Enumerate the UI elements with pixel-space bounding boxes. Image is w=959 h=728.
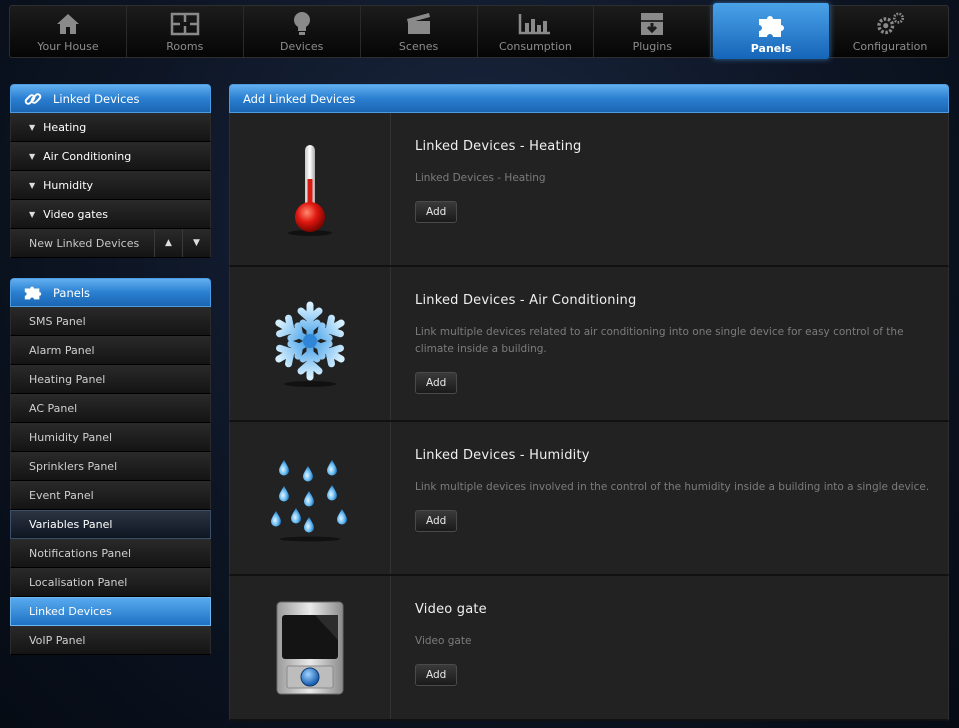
panel-item-alarm[interactable]: Alarm Panel	[10, 336, 211, 365]
card-description: Link multiple devices related to air con…	[415, 326, 904, 355]
puzzle-icon	[754, 12, 788, 40]
snowflake-icon	[230, 267, 391, 420]
linked-devices-header: Linked Devices	[10, 84, 211, 113]
add-heating-button[interactable]: Add	[415, 201, 458, 223]
panel-item-humidity[interactable]: Humidity Panel	[10, 423, 211, 452]
panel-item-localisation[interactable]: Localisation Panel	[10, 568, 211, 597]
linked-item-video-gates[interactable]: ▼ Video gates	[10, 200, 211, 229]
card-video-gate: Video gate Video gate Add	[229, 576, 949, 721]
linked-devices-title: Linked Devices	[53, 91, 140, 106]
nav-devices[interactable]: Devices	[244, 6, 361, 57]
linked-item-label: Video gates	[43, 207, 109, 221]
chevron-down-icon: ▼	[29, 209, 36, 219]
linked-item-label: Air Conditioning	[43, 149, 132, 163]
new-linked-devices-button[interactable]: New Linked Devices	[29, 237, 139, 250]
panels-header: Panels	[10, 278, 211, 307]
nav-label: Configuration	[852, 40, 928, 53]
card-air-conditioning: Linked Devices - Air Conditioning Link m…	[229, 267, 949, 422]
move-down-button[interactable]: ▼	[182, 229, 210, 257]
panel-item-voip[interactable]: VoIP Panel	[10, 626, 211, 655]
chart-icon	[518, 10, 552, 38]
chevron-down-icon: ▼	[29, 122, 36, 132]
add-video-gate-button[interactable]: Add	[415, 664, 458, 686]
panels-title: Panels	[53, 285, 91, 300]
linked-item-air-conditioning[interactable]: ▼ Air Conditioning	[10, 142, 211, 171]
add-air-conditioning-button[interactable]: Add	[415, 372, 458, 394]
panel-item-ac[interactable]: AC Panel	[10, 394, 211, 423]
triangle-up-icon: ▲	[165, 238, 172, 248]
linked-item-label: Heating	[43, 120, 87, 134]
new-linked-devices-row: New Linked Devices ▲ ▼	[10, 229, 211, 258]
rooms-icon	[168, 10, 202, 38]
puzzle-icon	[23, 284, 43, 302]
panel-item-event[interactable]: Event Panel	[10, 481, 211, 510]
card-heating: Linked Devices - Heating Linked Devices …	[229, 113, 949, 267]
panel-item-sms[interactable]: SMS Panel	[10, 307, 211, 336]
card-title: Linked Devices - Heating	[415, 139, 582, 154]
nav-scenes[interactable]: Scenes	[361, 6, 478, 57]
chevron-down-icon: ▼	[29, 180, 36, 190]
card-title: Linked Devices - Air Conditioning	[415, 293, 637, 308]
card-humidity: Linked Devices - Humidity Link multiple …	[229, 422, 949, 576]
nav-label: Rooms	[166, 40, 204, 53]
gears-icon	[873, 10, 907, 38]
nav-label: Plugins	[632, 40, 673, 53]
water-drops-icon	[230, 422, 391, 574]
panel-item-notifications[interactable]: Notifications Panel	[10, 539, 211, 568]
add-linked-devices-panel: Add Linked Devices Linked Devices - Heat…	[229, 84, 949, 721]
house-icon	[51, 10, 85, 38]
nav-plugins[interactable]: Plugins	[594, 6, 712, 57]
nav-panels[interactable]: Panels	[713, 3, 831, 59]
card-title: Video gate	[415, 602, 487, 617]
nav-label: Scenes	[398, 40, 439, 53]
intercom-icon	[230, 576, 391, 719]
move-up-button[interactable]: ▲	[154, 229, 182, 257]
card-description: Linked Devices - Heating	[415, 172, 546, 184]
panels-menu: Panels SMS Panel Alarm Panel Heating Pan…	[10, 278, 211, 655]
link-icon	[23, 90, 43, 108]
bulb-icon	[285, 10, 319, 38]
triangle-down-icon: ▼	[193, 238, 200, 248]
card-title: Linked Devices - Humidity	[415, 448, 590, 463]
panel-item-sprinklers[interactable]: Sprinklers Panel	[10, 452, 211, 481]
nav-label: Devices	[280, 40, 324, 53]
top-navigation: Your House Rooms Devices Scenes Consumpt…	[9, 3, 949, 59]
card-description: Link multiple devices involved in the co…	[415, 481, 930, 493]
add-humidity-button[interactable]: Add	[415, 510, 458, 532]
panel-item-linked-devices[interactable]: Linked Devices	[10, 597, 211, 626]
clapper-icon	[402, 10, 436, 38]
linked-item-label: Humidity	[43, 178, 94, 192]
main-header: Add Linked Devices	[229, 84, 949, 113]
panel-item-heating[interactable]: Heating Panel	[10, 365, 211, 394]
thermometer-icon	[230, 113, 391, 265]
card-description: Video gate	[415, 635, 472, 647]
panel-item-variables[interactable]: Variables Panel	[10, 510, 211, 539]
nav-label: Your House	[37, 40, 99, 53]
chevron-down-icon: ▼	[29, 151, 36, 161]
nav-label: Consumption	[499, 40, 572, 53]
nav-your-house[interactable]: Your House	[10, 6, 127, 57]
nav-rooms[interactable]: Rooms	[127, 6, 244, 57]
linked-devices-menu: Linked Devices ▼ Heating ▼ Air Condition…	[10, 84, 211, 258]
plugin-box-icon	[635, 10, 669, 38]
nav-configuration[interactable]: Configuration	[832, 6, 948, 57]
linked-item-humidity[interactable]: ▼ Humidity	[10, 171, 211, 200]
linked-item-heating[interactable]: ▼ Heating	[10, 113, 211, 142]
nav-consumption[interactable]: Consumption	[478, 6, 595, 57]
nav-label: Panels	[750, 42, 792, 55]
